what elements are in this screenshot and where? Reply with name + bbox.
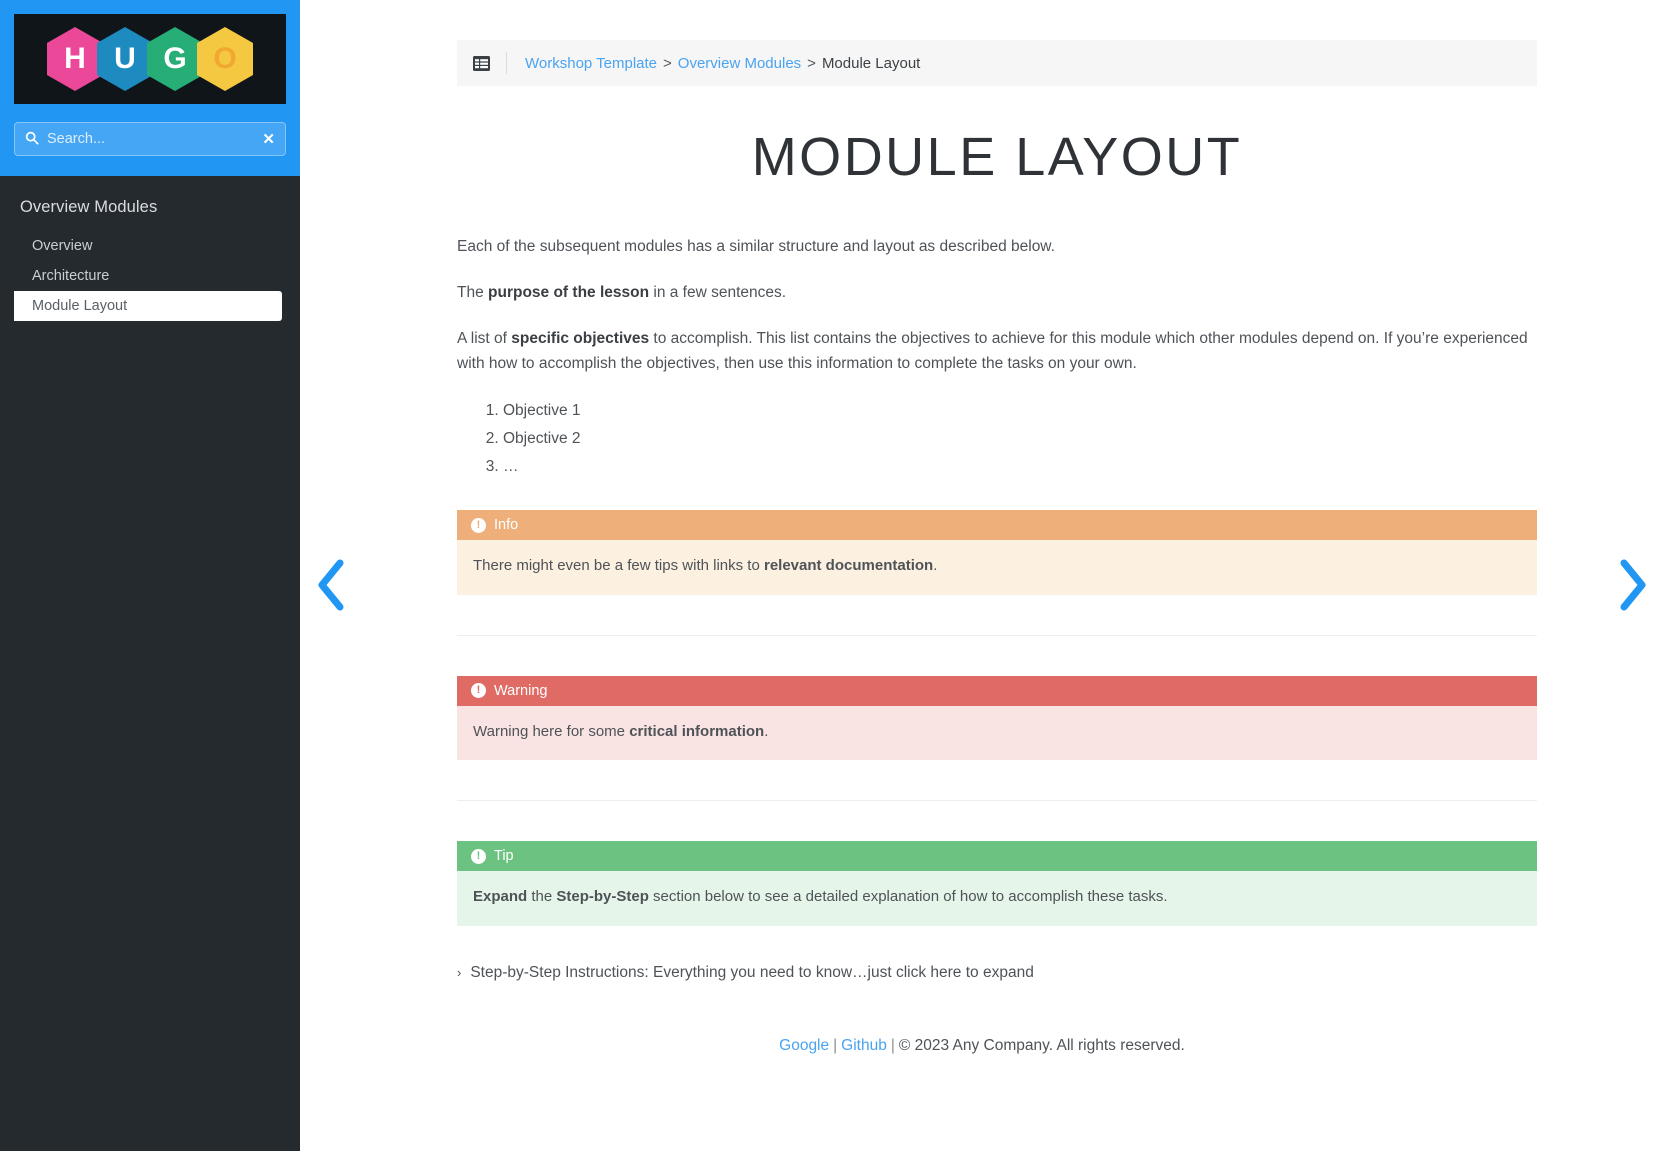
callout-tip-text-bold2: Step-by-Step xyxy=(556,888,649,906)
purpose-suffix: in a few sentences. xyxy=(649,284,787,302)
callout-warning-body: Warning here for some critical informati… xyxy=(457,705,1537,761)
exclamation-circle-icon: ! xyxy=(471,517,486,533)
purpose-paragraph: The purpose of the lesson in a few sente… xyxy=(457,280,1537,305)
list-item: Objective 1 xyxy=(503,398,1537,425)
divider-2 xyxy=(457,800,1537,802)
breadcrumb-link-overview-modules[interactable]: Overview Modules xyxy=(678,55,801,72)
logo-letter-g: G xyxy=(163,42,187,75)
step-by-step-expander[interactable]: › Step-by-Step Instructions: Everything … xyxy=(457,964,1537,982)
callout-tip-text-suffix: section below to see a detailed explanat… xyxy=(648,888,1168,906)
page-root: H U G O ✕ Overview Modules Overview xyxy=(0,0,1664,1151)
callout-info-text-prefix: There might even be a few tips with link… xyxy=(473,557,764,575)
breadcrumb-separator-2: > xyxy=(807,54,816,72)
sidebar-item-architecture[interactable]: Architecture xyxy=(0,261,282,291)
clear-search-icon[interactable]: ✕ xyxy=(256,132,275,147)
footer: Google | Github | © 2023 Any Company. All ri… xyxy=(300,1037,1664,1055)
content-container: Workshop Template > Overview Modules > M… xyxy=(367,0,1597,982)
logo-letter-u: U xyxy=(114,42,136,75)
sidebar-item-module-layout[interactable]: Module Layout xyxy=(14,291,282,321)
callout-tip-text-mid: the xyxy=(527,888,557,906)
breadcrumb-divider xyxy=(506,52,507,74)
objectives-list: Objective 1 Objective 2 … xyxy=(457,398,1537,480)
footer-copyright: © 2023 Any Company. All rights reserved. xyxy=(898,1037,1185,1054)
divider-1 xyxy=(457,634,1537,636)
table-list-icon[interactable] xyxy=(473,55,490,71)
intro-paragraph: Each of the subsequent modules has a sim… xyxy=(457,238,1055,255)
callout-tip-body: Expand the Step-by-Step section below to… xyxy=(457,871,1537,926)
callout-tip-title: Tip xyxy=(494,848,514,865)
hugo-logo[interactable]: H U G O xyxy=(14,14,286,104)
callout-info-header: ! Info xyxy=(457,510,1537,541)
logo-letter-h: H xyxy=(64,42,86,75)
footer-pipe-1: | xyxy=(833,1037,838,1054)
sidebar-nav: Overview Modules Overview Architecture M… xyxy=(0,176,300,1151)
next-page-arrow[interactable] xyxy=(1616,557,1650,613)
prev-page-arrow[interactable] xyxy=(314,557,348,613)
callout-warning-text-suffix: . xyxy=(764,722,769,740)
exclamation-circle-icon: ! xyxy=(471,848,486,864)
purpose-bold: purpose of the lesson xyxy=(488,284,650,302)
chevron-right-icon: › xyxy=(457,964,462,980)
breadcrumb: Workshop Template > Overview Modules > M… xyxy=(457,40,1537,86)
breadcrumb-separator-1: > xyxy=(663,54,672,72)
logo-hexagon-g: G xyxy=(147,27,203,91)
article-body: Each of the subsequent modules has a sim… xyxy=(457,234,1537,982)
breadcrumb-link-workshop-template[interactable]: Workshop Template xyxy=(525,55,657,72)
footer-link-google[interactable]: Google xyxy=(779,1037,829,1054)
callout-info-body: There might even be a few tips with link… xyxy=(457,540,1537,595)
logo-hexagon-o: O xyxy=(197,27,253,91)
list-item: Objective 2 xyxy=(503,426,1537,453)
search-box[interactable]: ✕ xyxy=(14,122,286,156)
exclamation-circle-icon: ! xyxy=(471,683,486,699)
footer-link-github[interactable]: Github xyxy=(841,1037,887,1054)
callout-warning-title: Warning xyxy=(494,682,548,699)
callout-tip-text-bold1: Expand xyxy=(473,888,528,906)
callout-info-title: Info xyxy=(494,517,519,534)
main-content: Workshop Template > Overview Modules > M… xyxy=(300,0,1664,1151)
logo-hexagon-h: H xyxy=(47,27,103,91)
callout-warning-text-prefix: Warning here for some xyxy=(473,722,630,740)
list-item: … xyxy=(503,454,1537,481)
breadcrumb-current: Module Layout xyxy=(821,54,921,72)
nav-list: Overview Architecture Module Layout xyxy=(0,231,300,321)
logo-hexagon-u: U xyxy=(97,27,153,91)
callout-warning-text-bold: critical information xyxy=(629,722,765,740)
callout-warning: ! Warning Warning here for some critical… xyxy=(457,675,1537,761)
objectives-paragraph: A list of specific objectives to accompl… xyxy=(457,326,1537,376)
sidebar-header: H U G O ✕ xyxy=(0,0,300,176)
callout-tip-header: ! Tip xyxy=(457,841,1537,872)
callout-info: ! Info There might even be a few tips wi… xyxy=(457,510,1537,595)
callout-tip: ! Tip Expand the Step-by-Step section be… xyxy=(457,841,1537,926)
logo-letter-o: O xyxy=(213,42,237,75)
sidebar: H U G O ✕ Overview Modules Overview xyxy=(0,0,300,1151)
footer-pipe-2: | xyxy=(890,1037,895,1054)
callout-info-text-bold: relevant documentation xyxy=(763,557,934,575)
page-title: Module Layout xyxy=(751,127,1243,187)
search-input[interactable] xyxy=(47,131,257,147)
objectives-bold: specific objectives xyxy=(511,330,650,348)
step-by-step-expander-label: Step-by-Step Instructions: Everything yo… xyxy=(470,963,1034,981)
sidebar-item-overview[interactable]: Overview xyxy=(0,231,282,261)
objectives-prefix: A list of xyxy=(457,330,512,348)
callout-warning-header: ! Warning xyxy=(457,675,1537,706)
purpose-prefix: The xyxy=(457,284,489,302)
nav-section-heading: Overview Modules xyxy=(20,198,158,216)
callout-info-text-suffix: . xyxy=(933,557,938,575)
search-icon xyxy=(25,131,39,147)
